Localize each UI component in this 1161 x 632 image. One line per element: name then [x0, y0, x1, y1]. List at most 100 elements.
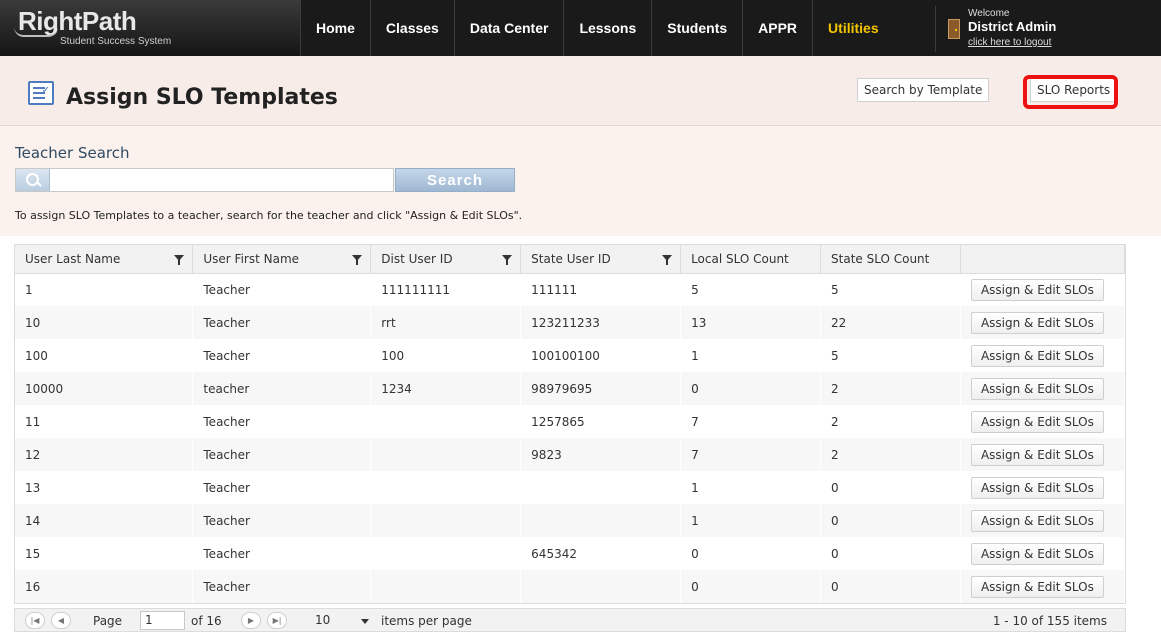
cell-local-slo-count: 13	[680, 306, 822, 339]
brand-logo[interactable]: RightPath Student Success System	[0, 0, 300, 56]
nav-item-home[interactable]: Home	[300, 0, 370, 56]
cell-last-name: 100	[15, 339, 194, 372]
assign-edit-slos-button[interactable]: Assign & Edit SLOs	[970, 377, 1104, 400]
grid-body: 1 Teacher 111111111 111111 5 5 Assign & Edit S…	[15, 273, 1126, 603]
page-size-select[interactable]: 10	[311, 612, 373, 630]
logout-door-icon[interactable]	[948, 19, 960, 39]
nav-item-classes[interactable]: Classes	[369, 0, 454, 56]
cell-state-user-id: 123211233	[520, 306, 682, 339]
next-page-icon[interactable]: ▶	[241, 612, 261, 629]
cell-action: Assign & Edit SLOs	[960, 504, 1126, 537]
checklist-icon: ✓	[28, 81, 54, 105]
cell-state-slo-count: 5	[820, 339, 961, 372]
table-row: 11 Teacher 1257865 7 2 Assign & Edit SLOs	[15, 405, 1126, 438]
assign-edit-slos-button[interactable]: Assign & Edit SLOs	[970, 443, 1104, 466]
cell-local-slo-count: 0	[680, 372, 822, 405]
assign-edit-slos-button[interactable]: Assign & Edit SLOs	[970, 476, 1104, 499]
page-number-input[interactable]: 1	[140, 611, 185, 630]
search-icon	[16, 169, 50, 191]
assign-edit-slos-button[interactable]: Assign & Edit SLOs	[970, 509, 1104, 532]
filter-icon[interactable]	[662, 255, 673, 265]
cell-local-slo-count: 1	[680, 471, 822, 504]
column-header[interactable]: User Last Name	[15, 245, 194, 274]
cell-state-user-id: 645342	[520, 537, 682, 570]
assign-edit-slos-button[interactable]: Assign & Edit SLOs	[970, 410, 1104, 433]
cell-dist-user-id	[370, 570, 522, 603]
cell-dist-user-id	[370, 405, 522, 438]
cell-first-name: Teacher	[192, 306, 372, 339]
cell-last-name: 13	[15, 471, 194, 504]
column-header-label: Dist User ID	[381, 251, 453, 266]
pager-summary: 1 - 10 of 155 items	[992, 614, 1107, 628]
cell-first-name: Teacher	[192, 273, 372, 306]
prev-page-icon[interactable]: ◀	[51, 612, 71, 629]
assign-edit-slos-button[interactable]: Assign & Edit SLOs	[970, 542, 1104, 565]
cell-action: Assign & Edit SLOs	[960, 438, 1126, 471]
cell-action: Assign & Edit SLOs	[960, 570, 1126, 603]
cell-state-slo-count: 0	[820, 537, 961, 570]
table-row: 15 Teacher 645342 0 0 Assign & Edit SLOs	[15, 537, 1126, 570]
filter-icon[interactable]	[352, 255, 363, 265]
cell-state-slo-count: 5	[820, 273, 961, 306]
slo-reports-highlight	[1023, 75, 1118, 109]
assign-edit-slos-button[interactable]: Assign & Edit SLOs	[970, 344, 1104, 367]
column-header-label: Local SLO Count	[691, 251, 789, 266]
cell-last-name: 16	[15, 570, 194, 603]
nav-item-utilities[interactable]: Utilities	[812, 0, 894, 56]
last-page-icon[interactable]: ▶|	[267, 612, 287, 629]
column-header[interactable]: User First Name	[192, 245, 372, 274]
cell-local-slo-count: 5	[680, 273, 822, 306]
cell-state-slo-count: 0	[820, 471, 961, 504]
assign-edit-slos-button[interactable]: Assign & Edit SLOs	[970, 311, 1104, 334]
items-per-page-label: items per page	[381, 614, 472, 628]
search-by-template-button[interactable]: Search by Template	[857, 78, 990, 102]
nav-item-students[interactable]: Students	[651, 0, 742, 56]
user-panel: Welcome District Admin click here to log…	[935, 6, 1161, 52]
cell-state-slo-count: 2	[820, 438, 961, 471]
section-title: Teacher Search	[15, 144, 130, 162]
logout-link[interactable]: click here to logout	[968, 37, 1051, 48]
column-header[interactable]: Dist User ID	[370, 245, 522, 274]
cell-first-name: Teacher	[192, 339, 372, 372]
nav-item-appr[interactable]: APPR	[742, 0, 812, 56]
welcome-text: Welcome	[968, 8, 1010, 19]
cell-state-user-id: 9823	[520, 438, 682, 471]
search-input[interactable]	[15, 168, 394, 192]
cell-first-name: Teacher	[192, 405, 372, 438]
cell-first-name: Teacher	[192, 537, 372, 570]
cell-last-name: 15	[15, 537, 194, 570]
table-row: 10000 teacher 1234 98979695 0 2 Assign & Edit …	[15, 372, 1126, 405]
page-size-value: 10	[315, 613, 331, 627]
column-header[interactable]: State User ID	[520, 245, 682, 274]
logo-swoosh-icon	[14, 27, 58, 37]
page-label: Page	[93, 614, 123, 628]
cell-action: Assign & Edit SLOs	[960, 339, 1126, 372]
user-name: District Admin	[968, 19, 1057, 34]
cell-state-user-id	[520, 570, 682, 603]
cell-state-user-id	[520, 504, 682, 537]
table-row: 14 Teacher 1 0 Assign & Edit SLOs	[15, 504, 1126, 537]
cell-dist-user-id: 111111111	[370, 273, 522, 306]
first-page-icon[interactable]: |◀	[25, 612, 45, 629]
brand-tagline: Student Success System	[60, 36, 172, 47]
nav-item-lessons[interactable]: Lessons	[563, 0, 651, 56]
nav-item-data-center[interactable]: Data Center	[453, 0, 564, 56]
page-count: of 16	[191, 614, 222, 628]
search-button[interactable]: Search	[395, 168, 515, 192]
column-header: Local SLO Count	[680, 245, 822, 274]
cell-action: Assign & Edit SLOs	[960, 537, 1126, 570]
top-nav-bar: RightPath Student Success System Home Cla…	[0, 0, 1161, 56]
main-nav: Home Classes Data Center Lessons Students APP…	[300, 0, 894, 56]
assign-edit-slos-button[interactable]: Assign & Edit SLOs	[970, 278, 1104, 301]
table-row: 16 Teacher 0 0 Assign & Edit SLOs	[15, 570, 1126, 603]
cell-state-user-id	[520, 471, 682, 504]
assign-edit-slos-button[interactable]: Assign & Edit SLOs	[970, 575, 1104, 598]
instructions-text: To assign SLO Templates to a teacher, se…	[15, 209, 523, 222]
cell-first-name: Teacher	[192, 438, 372, 471]
cell-last-name: 1	[15, 273, 194, 306]
table-row: 10 Teacher rrt 123211233 13 22 Assign & Edit S…	[15, 306, 1126, 339]
cell-dist-user-id: rrt	[370, 306, 522, 339]
filter-icon[interactable]	[502, 255, 513, 265]
filter-icon[interactable]	[174, 255, 185, 265]
cell-action: Assign & Edit SLOs	[960, 273, 1126, 306]
